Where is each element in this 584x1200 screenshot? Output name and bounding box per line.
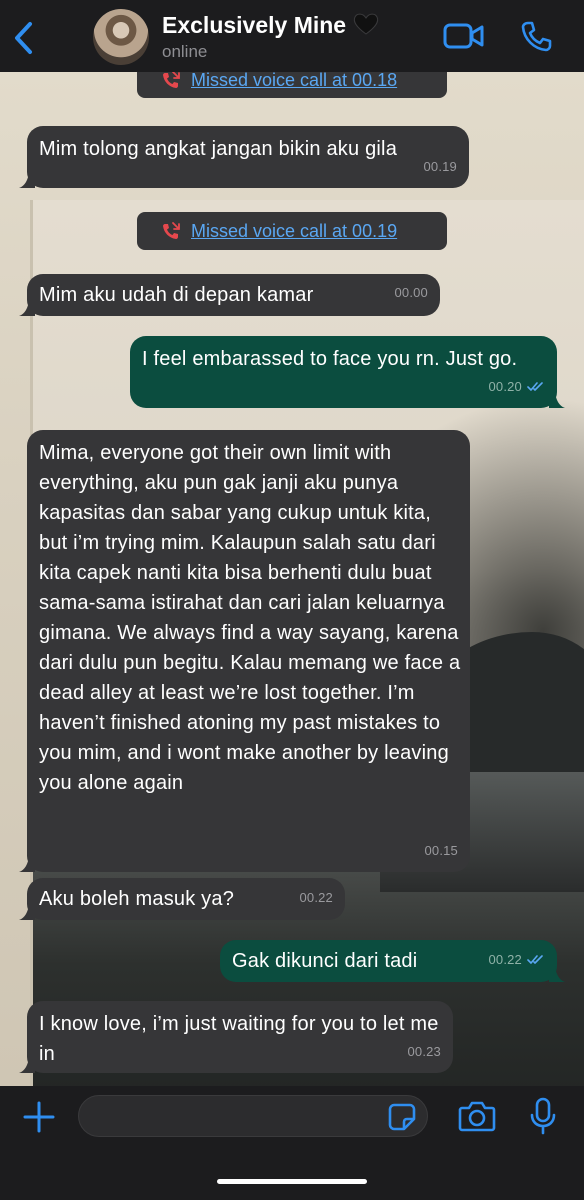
double-check-icon [527, 955, 543, 964]
chevron-left-icon[interactable] [10, 20, 38, 56]
message-incoming[interactable]: Mim tolong angkat jangan bikin aku gila … [19, 126, 469, 188]
phone-icon[interactable] [520, 20, 552, 52]
sticker-icon[interactable] [388, 1103, 416, 1131]
missed-call-text[interactable]: Missed voice call at 00.19 [191, 221, 397, 242]
message-incoming[interactable]: Mim aku udah di depan kamar 00.00 [19, 274, 440, 316]
missed-call-icon [163, 222, 180, 239]
message-text: Aku boleh masuk ya? [39, 888, 235, 910]
bubble-tail [19, 856, 35, 872]
home-indicator[interactable] [217, 1179, 367, 1184]
message-time: 00.22 [299, 890, 333, 905]
message-text: Mima, everyone got their own limit with … [39, 442, 461, 794]
plus-icon[interactable] [22, 1100, 56, 1134]
camera-icon[interactable] [458, 1100, 496, 1132]
chat-header: Exclusively Mine online [0, 0, 584, 72]
contact-name-text: Exclusively Mine [162, 12, 347, 38]
message-list[interactable]: Missed voice call at 00.18 Mim tolong an… [0, 72, 584, 1086]
message-text: Gak dikunci dari tadi [232, 950, 418, 972]
bubble-tail [19, 904, 35, 920]
black-heart-icon [353, 13, 379, 35]
bubble-tail [19, 300, 35, 316]
double-check-icon [527, 382, 543, 391]
message-time: 00.20 [488, 372, 545, 402]
contact-status: online [162, 42, 208, 61]
bubble-tail [19, 1057, 35, 1073]
message-text: I know love, i’m just waiting for you to… [39, 1013, 439, 1065]
message-time: 00.19 [423, 159, 457, 174]
message-input[interactable] [78, 1095, 428, 1137]
message-time-text: 00.20 [488, 379, 522, 394]
message-time: 00.22 [488, 945, 545, 975]
bubble-tail [549, 392, 565, 408]
missed-call-notice[interactable]: Missed voice call at 00.18 [137, 72, 447, 98]
message-time: 00.23 [407, 1044, 441, 1059]
avatar[interactable] [93, 9, 149, 65]
bubble-tail [549, 966, 565, 982]
message-time: 00.15 [424, 843, 458, 858]
microphone-icon[interactable] [530, 1097, 556, 1135]
contact-name[interactable]: Exclusively Mine [162, 12, 380, 39]
message-text: I feel embarassed to face you rn. Just g… [142, 348, 518, 370]
message-outgoing[interactable]: I feel embarassed to face you rn. Just g… [130, 336, 565, 408]
message-text: Mim tolong angkat jangan bikin aku gila [39, 138, 398, 160]
message-outgoing[interactable]: Gak dikunci dari tadi 00.22 [220, 940, 565, 982]
message-incoming[interactable]: Aku boleh masuk ya? 00.22 [19, 878, 345, 920]
video-call-icon[interactable] [443, 22, 485, 50]
missed-call-notice[interactable]: Missed voice call at 00.19 [137, 212, 447, 250]
message-text: Mim aku udah di depan kamar [39, 284, 314, 306]
message-time: 00.00 [394, 285, 428, 300]
message-incoming[interactable]: I know love, i’m just waiting for you to… [19, 1001, 453, 1073]
missed-call-icon [163, 72, 180, 88]
missed-call-text[interactable]: Missed voice call at 00.18 [191, 72, 397, 91]
bubble-tail [19, 172, 35, 188]
input-bar [0, 1086, 584, 1200]
message-time-text: 00.22 [488, 952, 522, 967]
message-incoming[interactable]: Mima, everyone got their own limit with … [19, 430, 470, 872]
